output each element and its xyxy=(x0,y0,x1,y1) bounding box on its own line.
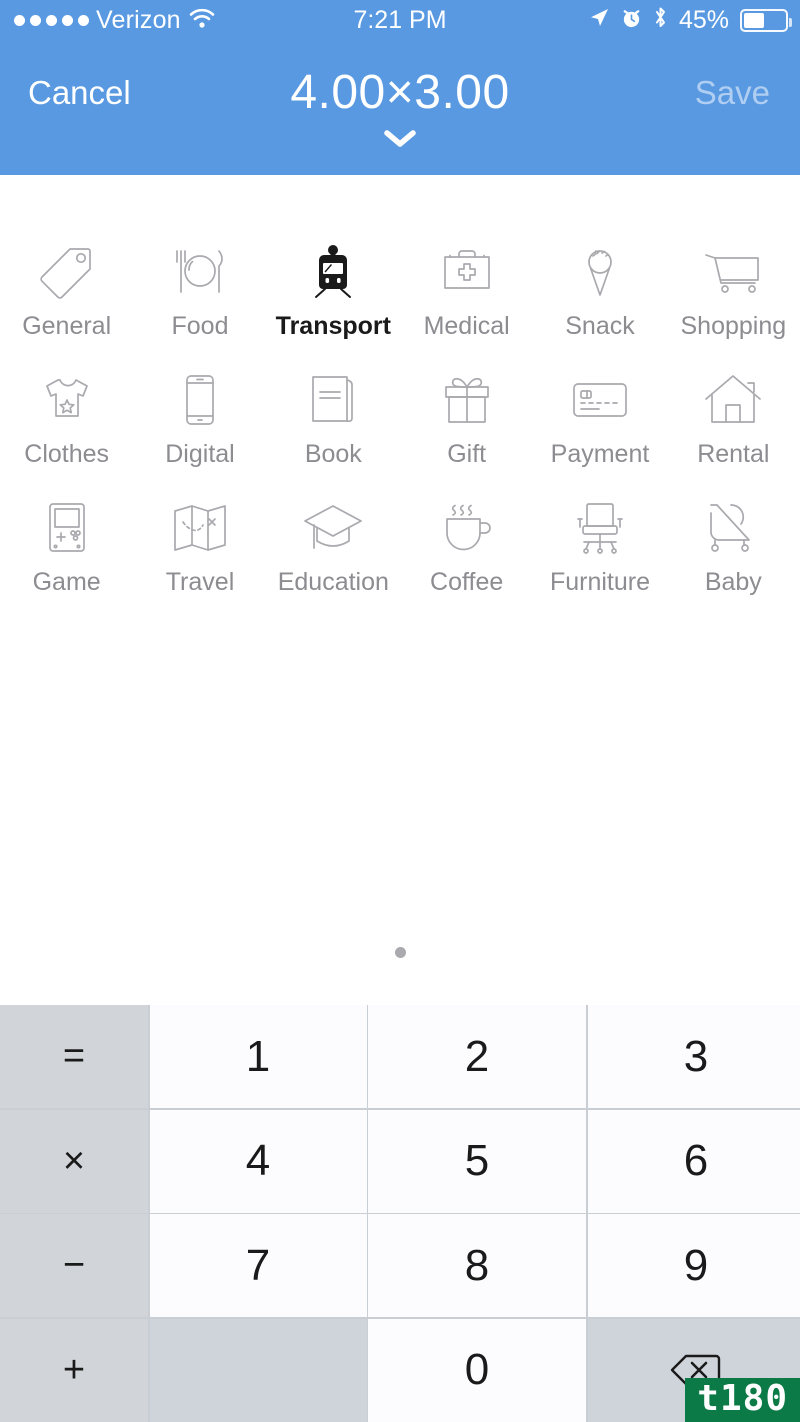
category-item-education[interactable]: Education xyxy=(267,486,400,614)
category-item-book[interactable]: Book xyxy=(267,358,400,486)
category-label: Baby xyxy=(704,568,762,596)
category-label: Snack xyxy=(565,312,635,340)
category-item-travel[interactable]: Travel xyxy=(133,486,266,614)
category-label: Education xyxy=(277,568,389,596)
category-item-transport[interactable]: Transport xyxy=(267,230,400,358)
battery-icon xyxy=(740,8,792,32)
key-4[interactable]: 4 xyxy=(149,1109,367,1213)
key-3[interactable]: 3 xyxy=(587,1005,800,1109)
chevron-down-icon xyxy=(384,130,416,147)
category-item-food[interactable]: Food xyxy=(133,230,266,358)
credit-card-icon xyxy=(567,364,633,436)
numeric-keypad: = 1 2 3 × 4 5 6 − 7 8 9 + 0 xyxy=(0,1005,800,1422)
key-0[interactable]: 0 xyxy=(368,1318,586,1422)
collapse-panel-button[interactable] xyxy=(0,128,800,150)
category-label: Payment xyxy=(550,440,650,468)
key-blank xyxy=(149,1318,367,1422)
key-equals[interactable]: = xyxy=(0,1005,148,1109)
category-item-clothes[interactable]: Clothes xyxy=(0,358,133,486)
house-icon xyxy=(700,364,766,436)
category-item-payment[interactable]: Payment xyxy=(533,358,666,486)
key-9[interactable]: 9 xyxy=(587,1214,800,1318)
page-dot-active[interactable] xyxy=(394,947,406,958)
category-item-digital[interactable]: Digital xyxy=(133,358,266,486)
page-indicator[interactable] xyxy=(0,947,800,958)
category-label: Medical xyxy=(423,312,510,340)
category-label: Furniture xyxy=(549,568,651,596)
category-label: Transport xyxy=(275,312,391,340)
key-6[interactable]: 6 xyxy=(587,1109,800,1213)
key-1[interactable]: 1 xyxy=(149,1005,367,1109)
category-label: General xyxy=(22,312,112,340)
book-icon xyxy=(300,364,366,436)
key-plus[interactable]: + xyxy=(0,1318,148,1422)
category-item-coffee[interactable]: Coffee xyxy=(400,486,533,614)
stroller-icon xyxy=(700,492,766,564)
category-label: Travel xyxy=(165,568,235,596)
battery-percent-label: 45% xyxy=(678,5,729,34)
gift-box-icon xyxy=(434,364,500,436)
category-item-rental[interactable]: Rental xyxy=(667,358,800,486)
expense-entry-screen: Verizon 7:21 PM 45% Cancel 4.00×3.00 Sav… xyxy=(0,0,800,1422)
navigation-header: Verizon 7:21 PM 45% Cancel 4.00×3.00 Sav… xyxy=(0,0,800,175)
office-chair-icon xyxy=(567,492,633,564)
key-minus[interactable]: − xyxy=(0,1214,148,1318)
key-5[interactable]: 5 xyxy=(368,1109,586,1213)
plate-cutlery-icon xyxy=(167,236,233,308)
first-aid-kit-icon xyxy=(434,236,500,308)
category-item-snack[interactable]: Snack xyxy=(533,230,666,358)
watermark: t180 xyxy=(685,1378,800,1422)
category-label: Game xyxy=(32,568,101,596)
category-label: Clothes xyxy=(24,440,110,468)
status-bar: Verizon 7:21 PM 45% xyxy=(0,0,800,40)
smartphone-icon xyxy=(167,364,233,436)
category-label: Food xyxy=(171,312,229,340)
location-arrow-icon xyxy=(588,7,610,34)
category-label: Digital xyxy=(165,440,235,468)
key-2[interactable]: 2 xyxy=(368,1005,586,1109)
bluetooth-icon xyxy=(653,6,668,34)
category-label: Rental xyxy=(697,440,770,468)
key-7[interactable]: 7 xyxy=(149,1214,367,1318)
category-item-stroller[interactable]: Baby xyxy=(667,486,800,614)
category-item-medical[interactable]: Medical xyxy=(400,230,533,358)
t-shirt-icon xyxy=(34,364,100,436)
category-label: Gift xyxy=(447,440,487,468)
alarm-clock-icon xyxy=(621,7,642,34)
key-8[interactable]: 8 xyxy=(368,1214,586,1318)
handheld-console-icon xyxy=(34,492,100,564)
key-multiply[interactable]: × xyxy=(0,1109,148,1213)
category-label: Coffee xyxy=(430,568,504,596)
coffee-cup-icon xyxy=(434,492,500,564)
status-bar-right: 45% xyxy=(588,0,792,40)
train-icon xyxy=(300,236,366,308)
category-label: Shopping xyxy=(680,312,787,340)
price-tag-icon xyxy=(34,236,100,308)
category-item-gift[interactable]: Gift xyxy=(400,358,533,486)
ice-cream-cone-icon xyxy=(567,236,633,308)
category-item-general[interactable]: General xyxy=(0,230,133,358)
category-item-furniture[interactable]: Furniture xyxy=(533,486,666,614)
category-label: Book xyxy=(304,440,362,468)
category-grid: General Food Transport Medical Snack Sho… xyxy=(0,230,800,614)
graduation-cap-icon xyxy=(300,492,366,564)
folded-map-icon xyxy=(167,492,233,564)
category-item-shopping[interactable]: Shopping xyxy=(667,230,800,358)
category-item-game[interactable]: Game xyxy=(0,486,133,614)
category-picker: General Food Transport Medical Snack Sho… xyxy=(0,175,800,1005)
shopping-cart-icon xyxy=(700,236,766,308)
